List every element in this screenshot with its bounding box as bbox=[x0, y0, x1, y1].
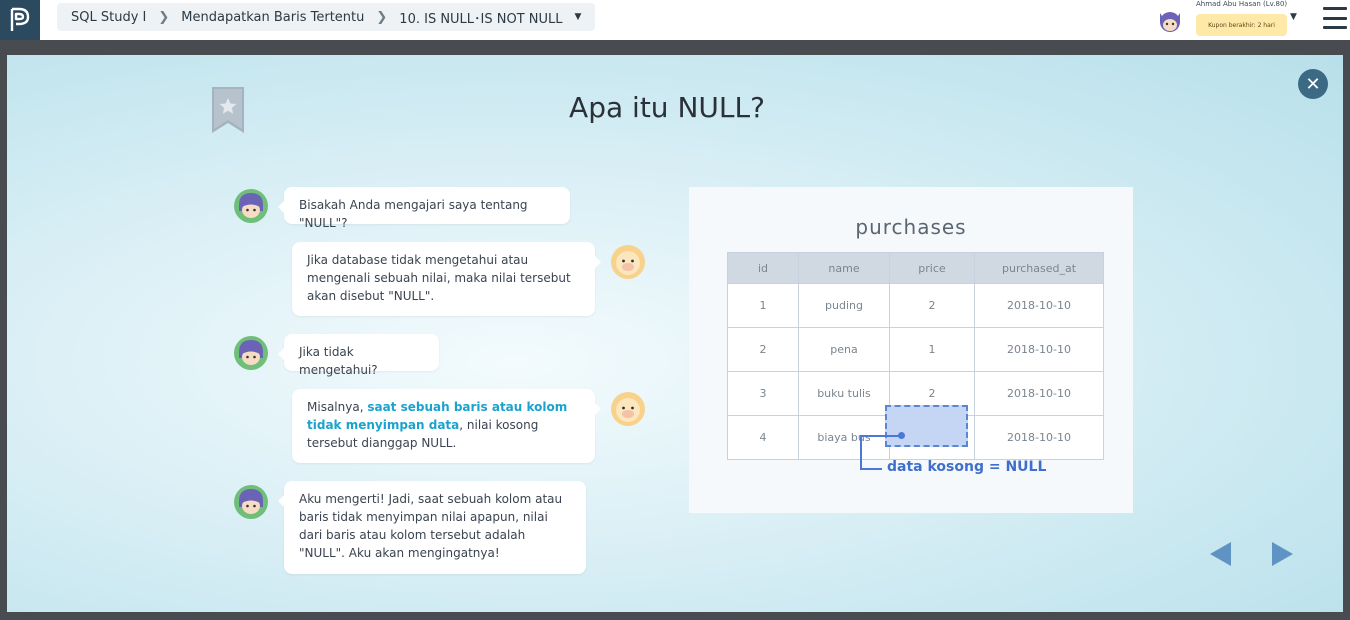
chat-bubble-student-1: Bisakah Anda mengajari saya tentang "NUL… bbox=[278, 187, 570, 230]
hamburger-menu-icon[interactable] bbox=[1323, 7, 1347, 29]
table-cell: 2 bbox=[889, 283, 975, 328]
arrow-right-icon[interactable] bbox=[1272, 542, 1293, 566]
annotation-dot bbox=[898, 432, 905, 439]
chevron-down-icon[interactable]: ▼ bbox=[1290, 12, 1297, 22]
table-cell: buku tulis bbox=[798, 371, 890, 416]
breadcrumb-lesson[interactable]: 10. IS NULL･IS NOT NULL bbox=[399, 8, 562, 27]
chat-text: Jika tidak mengetahui? bbox=[299, 345, 378, 377]
table-cell: 2 bbox=[727, 327, 799, 372]
null-annotation-label: data kosong = NULL bbox=[887, 459, 1047, 475]
column-header: name bbox=[798, 252, 890, 284]
annotation-line bbox=[860, 468, 882, 470]
column-header: price bbox=[889, 252, 975, 284]
table-row: 1 puding 2 2018-10-10 bbox=[727, 283, 1104, 328]
chat-bubble-teacher-2: Misalnya, saat sebuah baris atau kolom t… bbox=[292, 389, 601, 463]
table-cell: 2018-10-10 bbox=[974, 415, 1104, 460]
breadcrumb-chapter[interactable]: Mendapatkan Baris Tertentu bbox=[181, 10, 364, 25]
table-cell: 2018-10-10 bbox=[974, 371, 1104, 416]
table-cell: 2018-10-10 bbox=[974, 283, 1104, 328]
coupon-badge[interactable]: Kupon berakhir: 2 hari bbox=[1196, 14, 1287, 36]
table-cell: 1 bbox=[727, 283, 799, 328]
chat-text-prefix: Misalnya, bbox=[307, 400, 368, 414]
table-cell: 4 bbox=[727, 415, 799, 460]
arrow-left-icon[interactable] bbox=[1210, 542, 1231, 566]
table-row: 2 pena 1 2018-10-10 bbox=[727, 327, 1104, 372]
table-cell: 2018-10-10 bbox=[974, 327, 1104, 372]
progate-logo[interactable] bbox=[0, 0, 40, 40]
table-title: purchases bbox=[855, 215, 967, 239]
table-cell: puding bbox=[798, 283, 890, 328]
chat-text: Aku mengerti! Jadi, saat sebuah kolom at… bbox=[299, 492, 563, 560]
close-icon[interactable]: ✕ bbox=[1298, 69, 1328, 99]
annotation-line bbox=[860, 435, 862, 469]
chat-bubble-student-3: Aku mengerti! Jadi, saat sebuah kolom at… bbox=[278, 481, 586, 574]
table-cell: 3 bbox=[727, 371, 799, 416]
teacher-avatar bbox=[611, 392, 645, 426]
table-cell: 1 bbox=[889, 327, 975, 372]
column-header: id bbox=[727, 252, 799, 284]
table-header-row: id name price purchased_at bbox=[727, 252, 1104, 284]
table-illustration: purchases id name price purchased_at 1 p… bbox=[689, 187, 1133, 513]
page-title: Apa itu NULL? bbox=[569, 91, 765, 124]
annotation-line bbox=[860, 435, 900, 437]
student-avatar bbox=[234, 485, 268, 519]
slide-modal: ✕ Apa itu NULL? Bisakah Anda mengajari s… bbox=[7, 55, 1343, 612]
null-cell-highlight bbox=[885, 405, 968, 447]
table-cell: biaya bus bbox=[798, 415, 890, 460]
chevron-down-icon[interactable]: ▼ bbox=[575, 12, 582, 22]
column-header: purchased_at bbox=[974, 252, 1104, 284]
chevron-right-icon: ❯ bbox=[376, 9, 388, 25]
chat-bubble-teacher-1: Jika database tidak mengetahui atau meng… bbox=[292, 242, 601, 316]
user-avatar[interactable] bbox=[1155, 5, 1185, 35]
top-bar: SQL Study I ❯ Mendapatkan Baris Tertentu… bbox=[0, 0, 1350, 40]
breadcrumb-course[interactable]: SQL Study I bbox=[71, 10, 146, 25]
breadcrumb: SQL Study I ❯ Mendapatkan Baris Tertentu… bbox=[57, 3, 596, 31]
teacher-avatar bbox=[611, 245, 645, 279]
user-name: Ahmad Abu Hasan (Lv.80) bbox=[1196, 0, 1288, 8]
chat-text: Jika database tidak mengetahui atau meng… bbox=[307, 253, 571, 303]
chevron-right-icon: ❯ bbox=[158, 9, 170, 25]
student-avatar bbox=[234, 189, 268, 223]
logo-icon bbox=[10, 7, 30, 31]
table-cell: pena bbox=[798, 327, 890, 372]
student-avatar bbox=[234, 336, 268, 370]
chat-bubble-student-2: Jika tidak mengetahui? bbox=[278, 334, 439, 377]
chat-text: Bisakah Anda mengajari saya tentang "NUL… bbox=[299, 198, 528, 230]
